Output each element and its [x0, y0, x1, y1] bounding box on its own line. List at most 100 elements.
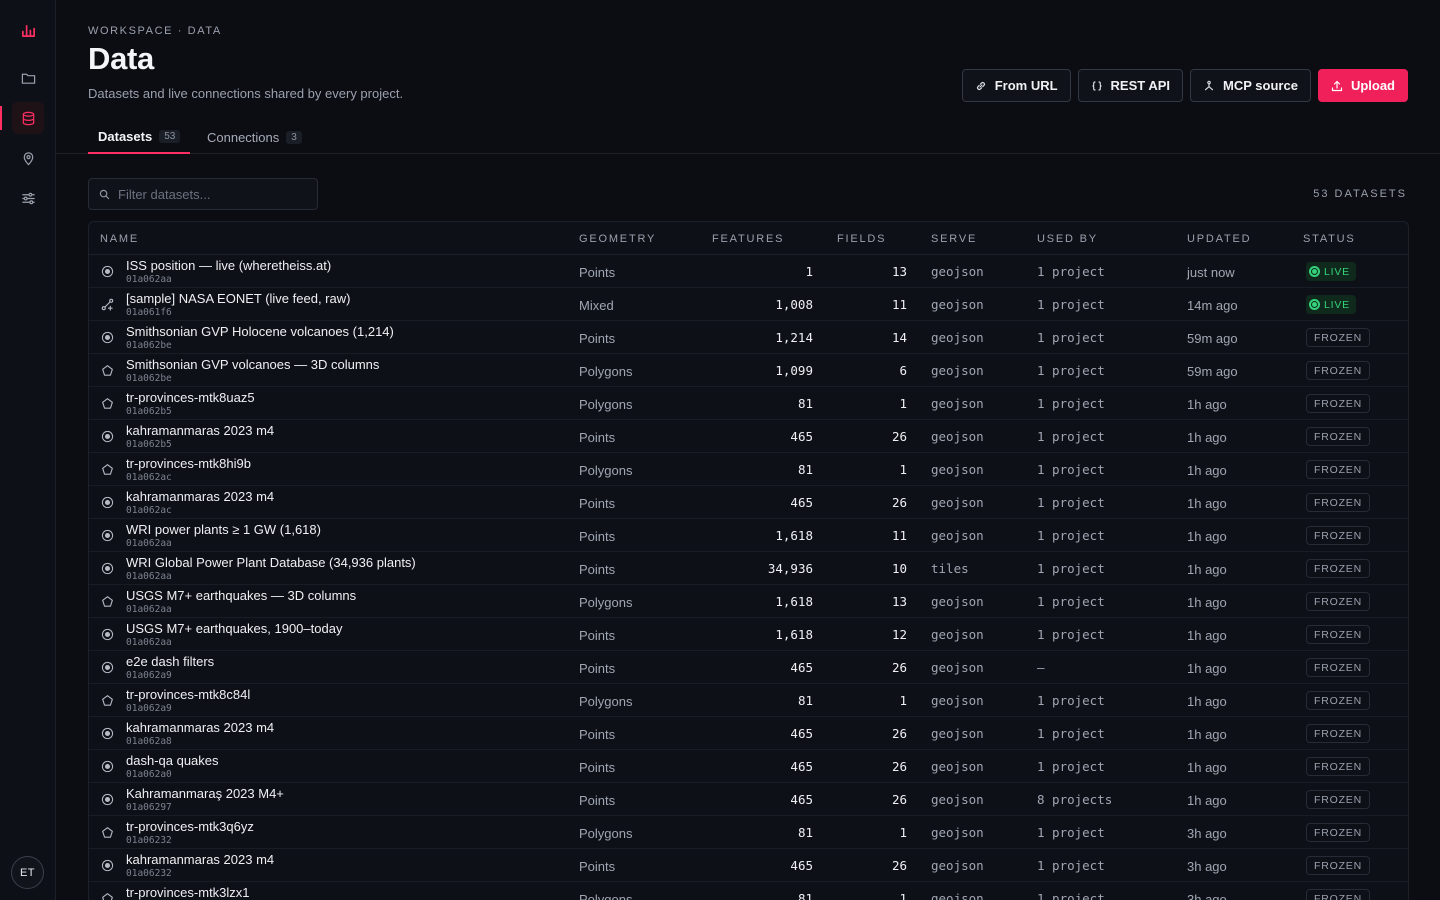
dataset-name[interactable]: tr-provinces-mtk8c84l — [126, 687, 250, 702]
dataset-geometry: Points — [579, 628, 616, 643]
dataset-name[interactable]: USGS M7+ earthquakes, 1900–today — [126, 621, 342, 636]
column-header-name[interactable]: NAME — [100, 233, 139, 245]
dataset-name[interactable]: USGS M7+ earthquakes — 3D columns — [126, 588, 356, 603]
column-header-fields[interactable]: FIELDS — [837, 233, 886, 245]
column-header-geometry[interactable]: GEOMETRY — [579, 233, 656, 245]
column-header-updated[interactable]: UPDATED — [1187, 233, 1251, 245]
rest-api-button[interactable]: REST API — [1077, 69, 1184, 102]
dataset-used-by: 1 project — [1037, 495, 1105, 510]
table-row[interactable]: tr-provinces-mtk3q6yz 01a06232 Polygons 81 1… — [89, 816, 1408, 849]
mcp-source-button[interactable]: MCP source — [1190, 69, 1311, 102]
avatar[interactable]: ET — [11, 856, 44, 889]
dataset-features: 465 — [790, 858, 813, 873]
table-row[interactable]: tr-provinces-mtk8hi9b 01a062ac Polygons 81 1… — [89, 453, 1408, 486]
table-row[interactable]: tr-provinces-mtk8uaz5 01a062b5 Polygons 81 1… — [89, 387, 1408, 420]
sidebar-item-data[interactable] — [12, 102, 44, 134]
point-geometry-icon — [101, 859, 115, 873]
column-header-used-by[interactable]: USED BY — [1037, 233, 1098, 245]
dataset-fields: 26 — [891, 429, 907, 444]
table-row[interactable]: kahramanmaras 2023 m4 01a062a8 Points 465 26… — [89, 717, 1408, 750]
dataset-name[interactable]: Smithsonian GVP volcanoes — 3D columns — [126, 357, 379, 372]
table-row[interactable]: kahramanmaras 2023 m4 01a06232 Points 465 26… — [89, 849, 1408, 882]
dataset-name[interactable]: kahramanmaras 2023 m4 — [126, 720, 274, 735]
point-geometry-icon — [101, 661, 115, 675]
status-badge-pill: FROZEN — [1306, 757, 1370, 776]
column-header-serve[interactable]: SERVE — [931, 233, 977, 245]
point-geometry-icon — [101, 562, 115, 576]
status-badge-pill: FROZEN — [1306, 724, 1370, 743]
dataset-updated: 1h ago — [1187, 694, 1227, 709]
dataset-name[interactable]: dash-qa quakes — [126, 753, 219, 768]
status-label: FROZEN — [1314, 760, 1362, 773]
table-row[interactable]: [sample] NASA EONET (live feed, raw) 01a0… — [89, 288, 1408, 321]
table-row[interactable]: Smithsonian GVP Holocene volcanoes (1,21… — [89, 321, 1408, 354]
dataset-name[interactable]: WRI Global Power Plant Database (34,936 … — [126, 555, 416, 570]
dataset-name[interactable]: Kahramanmaraş 2023 M4+ — [126, 786, 284, 801]
dataset-name[interactable]: ISS position — live (wheretheiss.at) — [126, 258, 331, 273]
upload-button[interactable]: Upload — [1317, 69, 1408, 102]
dataset-updated: 1h ago — [1187, 595, 1227, 610]
dataset-id: 01a062a0 — [126, 769, 172, 780]
table-row[interactable]: kahramanmaras 2023 m4 01a062b5 Points 465 26… — [89, 420, 1408, 453]
dataset-updated: 1h ago — [1187, 760, 1227, 775]
status-badge: FROZEN — [1306, 691, 1370, 710]
logo-icon[interactable] — [12, 14, 44, 46]
table-row[interactable]: e2e dash filters 01a062a9 Points 465 26 geojs… — [89, 651, 1408, 684]
table-row[interactable]: tr-provinces-mtk3lzx101a06231Polygons811… — [89, 882, 1408, 900]
dataset-name[interactable]: tr-provinces-mtk8hi9b — [126, 456, 251, 471]
table-row[interactable]: ISS position — live (wheretheiss.at) 01a0… — [89, 255, 1408, 288]
dataset-name[interactable]: tr-provinces-mtk3lzx1 — [126, 885, 250, 900]
dataset-name[interactable]: Smithsonian GVP Holocene volcanoes (1,21… — [126, 324, 394, 339]
active-indicator — [0, 106, 2, 130]
network-icon — [1204, 80, 1214, 90]
filter-datasets-input[interactable] — [118, 186, 298, 202]
dataset-name[interactable]: WRI power plants ≥ 1 GW (1,618) — [126, 522, 321, 537]
table-row[interactable]: WRI Global Power Plant Database (34,936 … — [89, 552, 1408, 585]
status-badge: FROZEN — [1306, 526, 1370, 545]
table-row[interactable]: USGS M7+ earthquakes, 1900–today 01a062aa… — [89, 618, 1408, 651]
status-badge-pill: FROZEN — [1306, 823, 1370, 842]
dataset-geometry: Points — [579, 430, 616, 445]
sidebar-item-maps[interactable] — [12, 142, 44, 174]
table-row[interactable]: Smithsonian GVP volcanoes — 3D columns 01… — [89, 354, 1408, 387]
dataset-serve: geojson — [931, 462, 984, 477]
dataset-fields: 1 — [899, 396, 907, 411]
polygon-geometry-icon — [101, 463, 115, 477]
dataset-name[interactable]: kahramanmaras 2023 m4 — [126, 852, 274, 867]
dataset-name[interactable]: tr-provinces-mtk3q6yz — [126, 819, 254, 834]
dataset-name[interactable]: tr-provinces-mtk8uaz5 — [126, 390, 255, 405]
dataset-geometry: Points — [579, 529, 616, 544]
table-row[interactable]: kahramanmaras 2023 m4 01a062ac Points 465 26… — [89, 486, 1408, 519]
table-row[interactable]: USGS M7+ earthquakes — 3D columns 01a062a… — [89, 585, 1408, 618]
polygon-geometry-icon — [101, 397, 115, 411]
column-header-features[interactable]: FEATURES — [712, 233, 784, 245]
table-row[interactable]: WRI power plants ≥ 1 GW (1,618) 01a062aa P… — [89, 519, 1408, 552]
dataset-name[interactable]: kahramanmaras 2023 m4 — [126, 489, 274, 504]
column-header-status[interactable]: STATUS — [1303, 233, 1356, 245]
tab-datasets[interactable]: Datasets 53 — [88, 120, 191, 154]
status-badge: FROZEN — [1306, 757, 1370, 776]
braces-icon — [1091, 80, 1102, 91]
sidebar-item-settings[interactable] — [12, 182, 44, 214]
dataset-id: 01a062be — [126, 373, 172, 384]
dataset-fields: 26 — [891, 495, 907, 510]
page-title: Data — [88, 41, 154, 76]
dataset-name[interactable]: e2e dash filters — [126, 654, 214, 669]
from-url-button[interactable]: From URL — [961, 69, 1071, 102]
table-row[interactable]: dash-qa quakes 01a062a0 Points 465 26 geojson… — [89, 750, 1408, 783]
dataset-fields: 26 — [891, 726, 907, 741]
dataset-serve: geojson — [931, 429, 984, 444]
dataset-fields: 26 — [891, 858, 907, 873]
table-row[interactable]: tr-provinces-mtk8c84l 01a062a9 Polygons 81 1… — [89, 684, 1408, 717]
dataset-id: 01a062aa — [126, 571, 172, 582]
dataset-id: 01a062aa — [126, 637, 172, 648]
tab-connections-label: Connections — [207, 129, 280, 145]
sidebar-item-projects[interactable] — [12, 62, 44, 94]
dataset-name[interactable]: [sample] NASA EONET (live feed, raw) — [126, 291, 350, 306]
dataset-features: 465 — [790, 495, 813, 510]
table-row[interactable]: Kahramanmaraş 2023 M4+ 01a06297 Points 465 2… — [89, 783, 1408, 816]
tab-connections[interactable]: Connections 3 — [197, 120, 312, 154]
pin-icon — [23, 151, 33, 165]
dataset-features: 465 — [790, 759, 813, 774]
dataset-name[interactable]: kahramanmaras 2023 m4 — [126, 423, 274, 438]
